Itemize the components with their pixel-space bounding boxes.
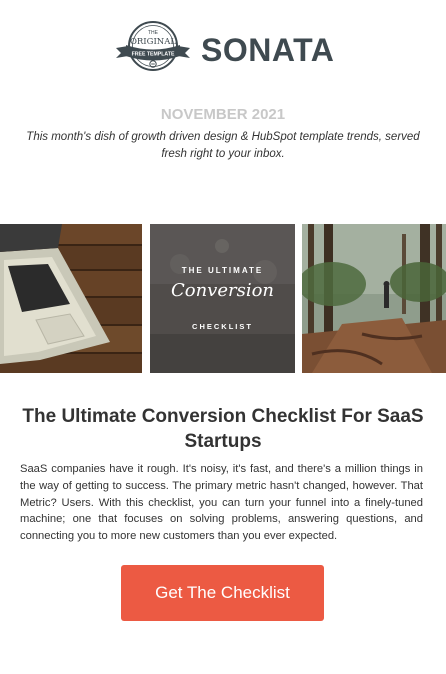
get-checklist-button[interactable]: Get The Checklist: [121, 565, 324, 621]
forest-path-image[interactable]: [302, 224, 446, 373]
brand-name: SONATA: [201, 32, 335, 68]
original-template-badge: THE ORIGINAL FREE TEMPLATE: [116, 21, 190, 71]
article-body: SaaS companies have it rough. It's noisy…: [20, 463, 423, 543]
checklist-cover-image[interactable]: THE ULTIMATE Conversion CHECKLIST: [150, 224, 295, 373]
newsletter-month: NOVEMBER 2021: [160, 106, 286, 123]
article-headline: The Ultimate Conversion Checklist For Sa…: [22, 406, 424, 452]
checklist-line-3: CHECKLIST: [192, 322, 253, 331]
email-header: THE ORIGINAL FREE TEMPLATE SONATA: [0, 0, 446, 90]
hero-image-strip: THE ULTIMATE Conversion CHECKLIST: [0, 224, 446, 373]
badge-the-text: THE: [148, 30, 159, 36]
laptop-image[interactable]: [0, 224, 142, 373]
newsletter-tagline: This month's dish of growth driven desig…: [26, 131, 420, 160]
badge-ribbon-text: FREE TEMPLATE: [132, 52, 175, 58]
checklist-line-2: Conversion: [170, 280, 275, 301]
badge-original-text: ORIGINAL: [130, 37, 176, 47]
checklist-line-1: THE ULTIMATE: [181, 266, 264, 275]
checklist-cover-text: THE ULTIMATE Conversion CHECKLIST: [150, 224, 295, 373]
